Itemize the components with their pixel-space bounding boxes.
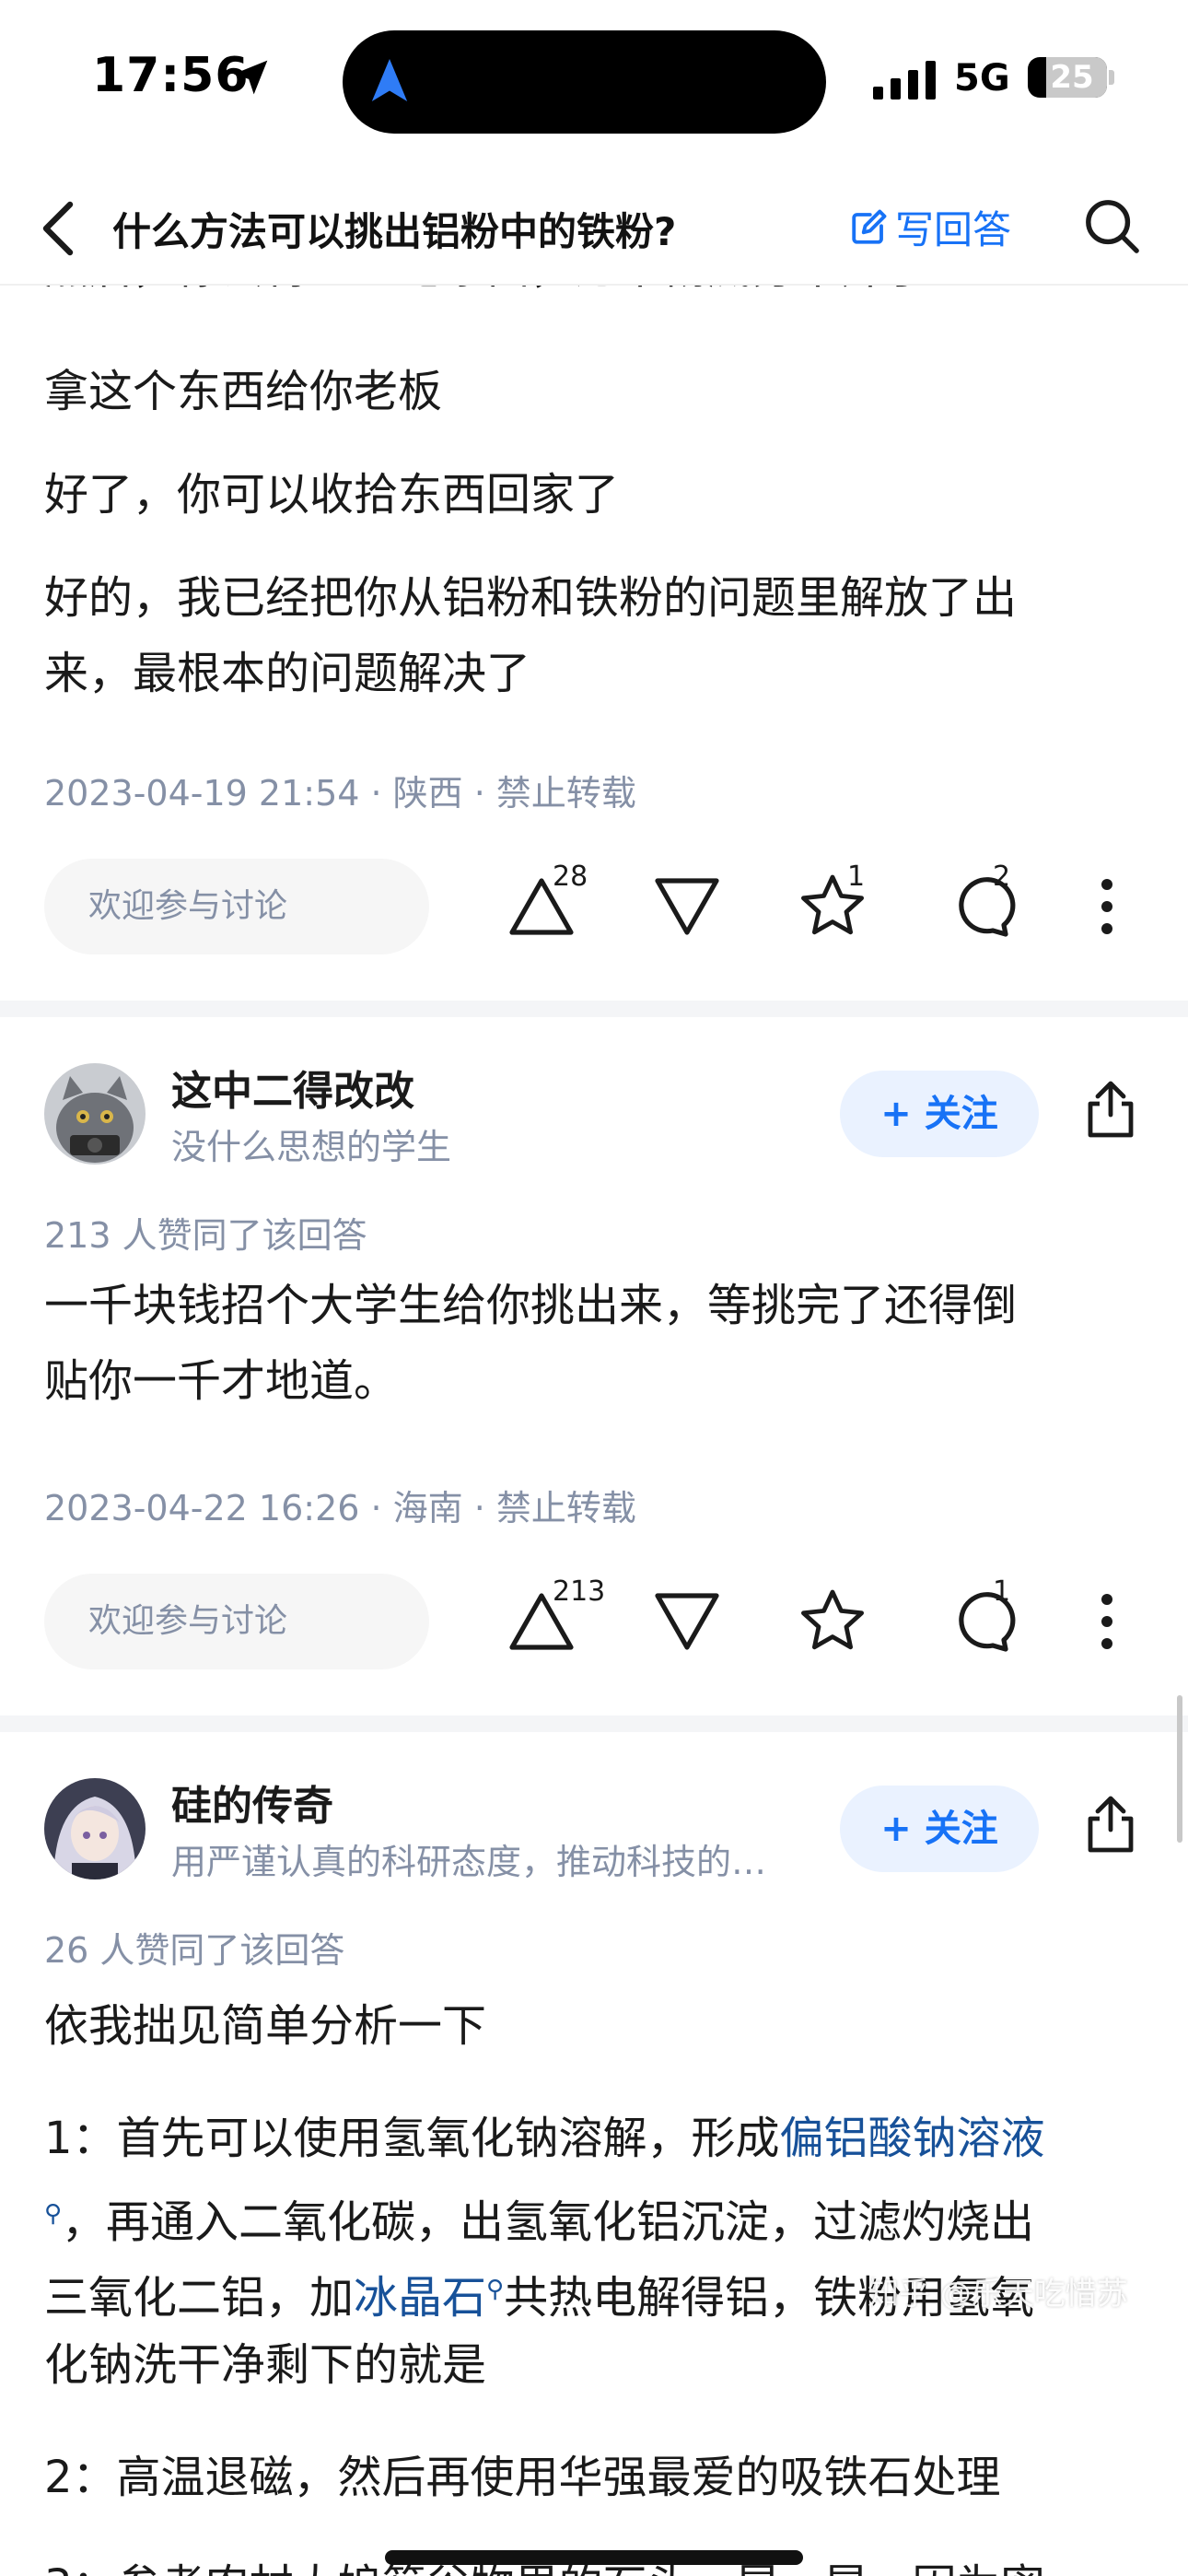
dynamic-island: [343, 30, 826, 134]
share-icon[interactable]: [1083, 1795, 1138, 1854]
answer-feed[interactable]: 然后，你会得到一坨东西，这下彻底分不开了 拿这个东西给你老板 好了，你可以收拾东…: [0, 286, 1188, 2576]
answer-paragraph: 来，最根本的问题解决了: [44, 648, 531, 699]
answer-paragraph: 1：首先可以使用氢氧化钠溶解，形成偏铝酸钠溶液: [44, 2101, 1149, 2176]
text-span: ，再通入二氧化碳，出氢氧化铝沉淀，过滤灼烧出: [62, 2196, 1035, 2248]
answer-paragraph: 好的，我已经把你从铝粉和铁粉的问题里解放了出: [44, 572, 1018, 624]
cat-avatar-image: [44, 1063, 146, 1165]
author-bio: 用严谨认真的科研态度，推动科技的…: [171, 1842, 767, 1882]
comment-count: 2: [993, 861, 1011, 893]
text-span: 1：首先可以使用氢氧化钠溶解，形成: [44, 2113, 780, 2164]
follow-button[interactable]: + 关注: [840, 1071, 1039, 1157]
signal-icon: [873, 61, 936, 100]
write-answer-label: 写回答: [895, 207, 1012, 252]
text-span: 三氧化二铝，加: [44, 2272, 355, 2324]
avatar[interactable]: [44, 1778, 146, 1879]
more-icon[interactable]: [1070, 1585, 1144, 1658]
navigation-arrow-icon: [371, 59, 408, 101]
battery-level: 25: [1050, 59, 1094, 96]
search-link[interactable]: 偏铝酸钠溶液: [780, 2113, 1045, 2164]
answer-divider: [0, 1001, 1188, 1017]
comment-count: 1: [993, 1575, 1011, 1608]
answer-paragraph: 然后，你会得到一坨东西，这下彻底分不开了: [44, 286, 1149, 306]
downvote-button[interactable]: [650, 870, 724, 943]
answer-paragraph: 贴你一千才地道。: [44, 1355, 399, 1407]
answer-divider: [0, 1715, 1188, 1732]
answer-paragraph: 依我拙见简单分析一下: [44, 2000, 487, 2052]
answer-meta: 2023-04-19 21:54 · 陕西 · 禁止转载: [44, 773, 636, 814]
avatar[interactable]: [44, 1063, 146, 1165]
share-icon[interactable]: [1083, 1080, 1138, 1139]
author-name[interactable]: 硅的传奇: [171, 1773, 333, 1832]
location-arrow-icon: [233, 60, 268, 95]
write-answer-button[interactable]: 写回答: [849, 199, 1011, 255]
answer-paragraph: 化钠洗干净剩下的就是: [44, 2339, 487, 2391]
discuss-input[interactable]: 欢迎参与讨论: [44, 859, 429, 954]
status-bar: 17:56 5G 25: [0, 0, 1188, 164]
search-link-icon[interactable]: ⚲: [486, 2276, 504, 2303]
answer-meta: 2023-04-22 16:26 · 海南 · 禁止转载: [44, 1488, 636, 1528]
anime-avatar-image: [44, 1778, 146, 1879]
scrollbar[interactable]: [1177, 1695, 1182, 1843]
home-indicator[interactable]: [385, 2550, 803, 2565]
battery-cap: [1109, 70, 1114, 85]
answer-paragraph: 2：高温退磁，然后再使用华强最爱的吸铁石处理: [44, 2452, 1001, 2503]
favorite-button[interactable]: [796, 1585, 869, 1658]
search-link-icon[interactable]: ⚲: [44, 2200, 62, 2228]
search-link[interactable]: 冰晶石: [354, 2272, 486, 2324]
more-icon[interactable]: [1070, 870, 1144, 943]
answer-paragraph: 一千块钱招个大学生给你挑出来，等挑完了还得倒: [44, 1280, 1018, 1331]
question-title[interactable]: 什么方法可以挑出铝粉中的铁粉?: [112, 201, 676, 257]
edit-icon: [852, 209, 887, 244]
watermark: 知乎 @乐天吃惜苏: [868, 2276, 1128, 2313]
downvote-button[interactable]: [650, 1585, 724, 1658]
answer-paragraph: 拿这个东西给你老板: [44, 366, 443, 417]
answer-paragraph: ⚲，再通入二氧化碳，出氢氧化铝沉淀，过滤灼烧出: [44, 2176, 1149, 2260]
nav-bar: 什么方法可以挑出铝粉中的铁粉? 写回答: [0, 175, 1188, 286]
back-icon[interactable]: [39, 199, 76, 258]
downvote-icon: [655, 1593, 719, 1650]
favorite-count: 1: [847, 861, 866, 893]
discuss-input[interactable]: 欢迎参与讨论: [44, 1574, 429, 1669]
upvote-count: 213: [553, 1575, 606, 1608]
status-time: 17:56: [92, 48, 250, 103]
downvote-icon: [655, 878, 719, 935]
author-name[interactable]: 这中二得改改: [171, 1058, 414, 1117]
network-type: 5G: [954, 57, 1010, 100]
search-icon[interactable]: [1083, 197, 1140, 254]
upvote-count: 28: [553, 861, 588, 893]
answer-paragraph: 好了，你可以收拾东西回家了: [44, 469, 620, 521]
follow-button[interactable]: + 关注: [840, 1786, 1039, 1872]
star-icon: [801, 1589, 864, 1650]
upvote-summary: 26 人赞同了该回答: [44, 1930, 345, 1971]
author-bio: 没什么思想的学生: [171, 1127, 452, 1167]
upvote-summary: 213 人赞同了该回答: [44, 1215, 367, 1256]
